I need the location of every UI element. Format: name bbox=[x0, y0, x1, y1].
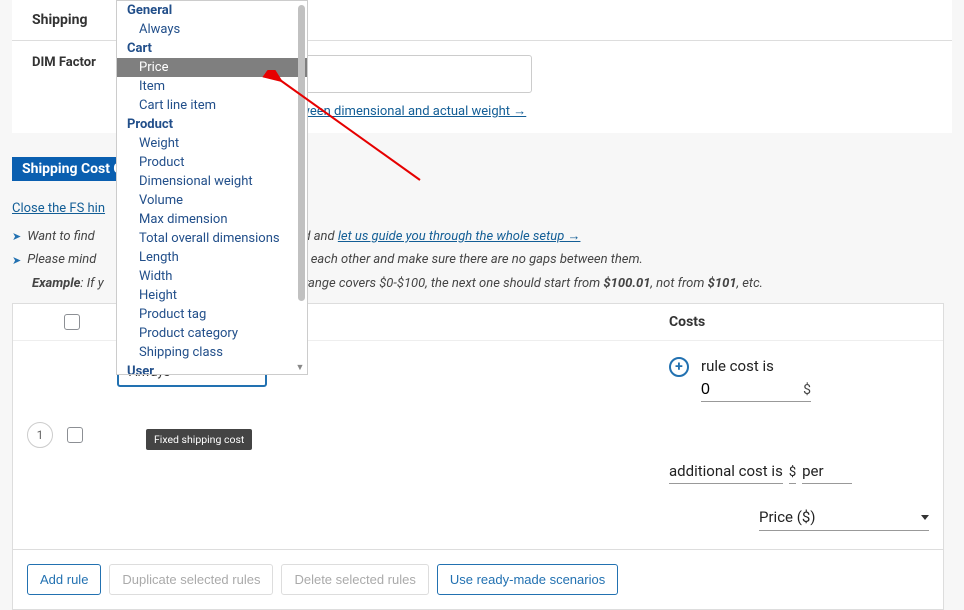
duplicate-rules-button[interactable]: Duplicate selected rules bbox=[109, 564, 273, 595]
shipping-cost-heading: Shipping Cost C bbox=[12, 157, 133, 181]
guide-setup-link[interactable]: let us guide you through the whole setup… bbox=[338, 229, 581, 244]
shipping-tab[interactable]: Shipping bbox=[12, 0, 107, 40]
dropdown-item[interactable]: Width bbox=[117, 267, 307, 286]
close-hint-link[interactable]: Close the FS hin bbox=[12, 201, 105, 216]
dropdown-item[interactable]: Product bbox=[117, 153, 307, 172]
bullet-icon: ➤ bbox=[12, 228, 21, 246]
bullet-icon: ➤ bbox=[12, 252, 21, 270]
dropdown-item[interactable]: Volume bbox=[117, 191, 307, 210]
add-cost-icon[interactable]: + bbox=[669, 357, 689, 377]
col-costs: Costs bbox=[669, 314, 929, 330]
delete-rules-button[interactable]: Delete selected rules bbox=[281, 564, 428, 595]
dropdown-item[interactable]: Always bbox=[117, 20, 307, 39]
dropdown-group: User bbox=[117, 362, 307, 375]
dropdown-group: Cart bbox=[117, 39, 307, 58]
dropdown-group: Product bbox=[117, 115, 307, 134]
rule-cost-label: rule cost is bbox=[701, 357, 811, 375]
ready-made-scenarios-button[interactable]: Use ready-made scenarios bbox=[437, 564, 618, 595]
add-rule-button[interactable]: Add rule bbox=[27, 564, 101, 595]
actions-bar: Add rule Duplicate selected rules Delete… bbox=[12, 550, 944, 610]
dropdown-item[interactable]: Height bbox=[117, 286, 307, 305]
condition-type-dropdown[interactable]: GeneralAlwaysCartPriceItemCart line item… bbox=[116, 0, 308, 375]
row-checkbox[interactable] bbox=[67, 427, 83, 443]
tooltip-fixed-cost: Fixed shipping cost bbox=[146, 429, 252, 450]
dropdown-item[interactable]: Dimensional weight bbox=[117, 172, 307, 191]
dropdown-item[interactable]: Item bbox=[117, 77, 307, 96]
currency-symbol: $ bbox=[789, 465, 796, 484]
dropdown-item[interactable]: Max dimension bbox=[117, 210, 307, 229]
currency-symbol: $ bbox=[803, 382, 811, 398]
additional-cost-label: additional cost is bbox=[669, 462, 783, 484]
dropdown-item[interactable]: Shipping class bbox=[117, 343, 307, 362]
chevron-down-icon bbox=[921, 515, 929, 520]
dropdown-item[interactable]: Cart line item bbox=[117, 96, 307, 115]
dropdown-item[interactable]: Length bbox=[117, 248, 307, 267]
dropdown-group: General bbox=[117, 1, 307, 20]
per-label: per bbox=[802, 462, 852, 484]
select-all-checkbox[interactable] bbox=[64, 314, 80, 330]
dropdown-item[interactable]: Product tag bbox=[117, 305, 307, 324]
scroll-down-icon[interactable]: ▼ bbox=[295, 362, 305, 372]
per-unit-select[interactable]: Price ($) bbox=[759, 504, 929, 531]
scrollbar-thumb[interactable] bbox=[298, 5, 305, 301]
dropdown-item[interactable]: Price bbox=[117, 58, 307, 77]
dropdown-item[interactable]: Weight bbox=[117, 134, 307, 153]
dropdown-item[interactable]: Total overall dimensions bbox=[117, 229, 307, 248]
row-number-badge: 1 bbox=[27, 422, 53, 448]
rule-cost-input[interactable] bbox=[701, 379, 771, 401]
dropdown-item[interactable]: Product category bbox=[117, 324, 307, 343]
